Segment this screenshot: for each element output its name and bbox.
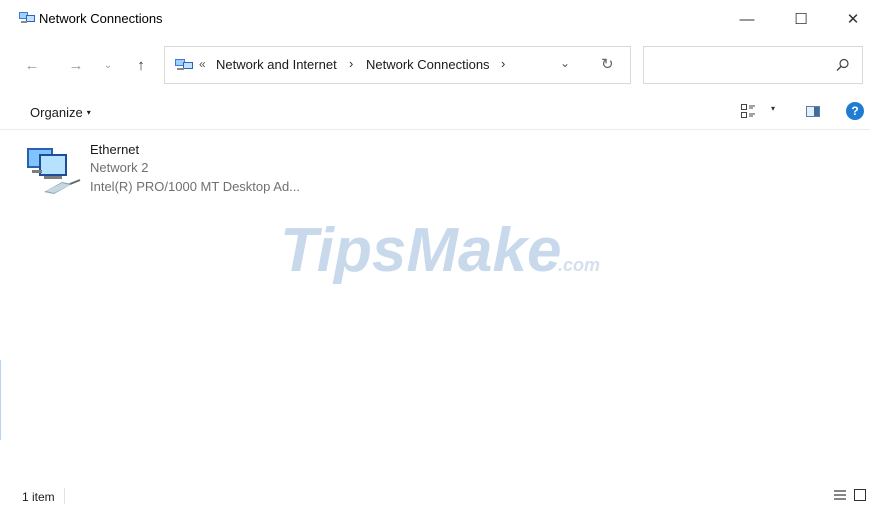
search-input[interactable] — [643, 46, 863, 84]
network-connections-icon — [19, 12, 35, 23]
recent-locations-button[interactable]: ⌄ — [100, 54, 116, 76]
navigation-bar: ← → ⌄ ↑ « Network and Internet › Network… — [0, 38, 870, 90]
details-view-icon[interactable] — [833, 488, 847, 502]
arrow-left-icon: ← — [24, 56, 40, 74]
chevron-down-icon: ⌄ — [103, 59, 113, 71]
minimize-icon: — — [739, 10, 755, 28]
arrow-up-icon: ↑ — [137, 56, 145, 74]
maximize-button[interactable]: ☐ — [774, 0, 828, 38]
command-bar: Organize ▾ ▾ ? — [0, 96, 870, 130]
item-count: 1 item — [22, 490, 55, 504]
close-button[interactable]: ✕ — [826, 0, 870, 38]
svg-text:TipsMake: TipsMake — [280, 217, 561, 285]
svg-text:.com: .com — [558, 255, 600, 275]
file-list: Ethernet Network 2 Intel(R) PRO/1000 MT … — [0, 131, 870, 476]
caret-down-icon: ▾ — [86, 108, 91, 117]
watermark-logo: TipsMake .com — [280, 217, 600, 285]
close-icon: ✕ — [846, 11, 860, 28]
organize-button[interactable]: Organize ▾ — [30, 105, 91, 120]
back-button[interactable]: ← — [22, 54, 42, 76]
title-bar: Network Connections — ☐ ✕ — [0, 0, 870, 38]
view-options-dropdown[interactable]: ▾ — [771, 104, 775, 113]
change-view-icon[interactable] — [741, 104, 755, 118]
search-icon — [836, 58, 849, 71]
status-bar: 1 item — [0, 476, 870, 510]
address-bar[interactable]: « Network and Internet › Network Connect… — [164, 46, 631, 84]
window-title: Network Connections — [39, 11, 163, 26]
network-adapter-icon — [27, 148, 81, 194]
status-divider — [64, 488, 65, 504]
address-dropdown-button[interactable]: ⌄ — [560, 56, 570, 70]
breadcrumb-network-and-internet[interactable]: Network and Internet — [216, 57, 337, 72]
arrow-right-icon: → — [68, 56, 84, 74]
help-button[interactable]: ? — [846, 102, 864, 120]
organize-label: Organize — [30, 105, 83, 120]
window-edge — [0, 360, 1, 440]
connection-adapter: Intel(R) PRO/1000 MT Desktop Ad... — [90, 179, 301, 194]
forward-button[interactable]: → — [66, 54, 86, 76]
breadcrumb-separator[interactable]: › — [501, 56, 505, 71]
help-icon: ? — [851, 104, 859, 118]
breadcrumb-network-connections[interactable]: Network Connections — [366, 57, 490, 72]
connection-item-ethernet[interactable]: Ethernet Network 2 Intel(R) PRO/1000 MT … — [24, 141, 324, 201]
minimize-button[interactable]: — — [720, 0, 774, 38]
breadcrumb-overflow-button[interactable]: « — [199, 57, 206, 71]
large-icons-view-icon[interactable] — [854, 489, 866, 501]
breadcrumb-separator[interactable]: › — [349, 56, 353, 71]
connection-name: Ethernet — [90, 142, 140, 157]
connection-network: Network 2 — [90, 160, 149, 175]
maximize-icon: ☐ — [794, 11, 808, 28]
up-button[interactable]: ↑ — [130, 54, 152, 76]
preview-pane-icon[interactable] — [806, 106, 820, 117]
refresh-button[interactable]: ↻ — [601, 55, 614, 73]
network-folder-icon — [175, 59, 193, 70]
